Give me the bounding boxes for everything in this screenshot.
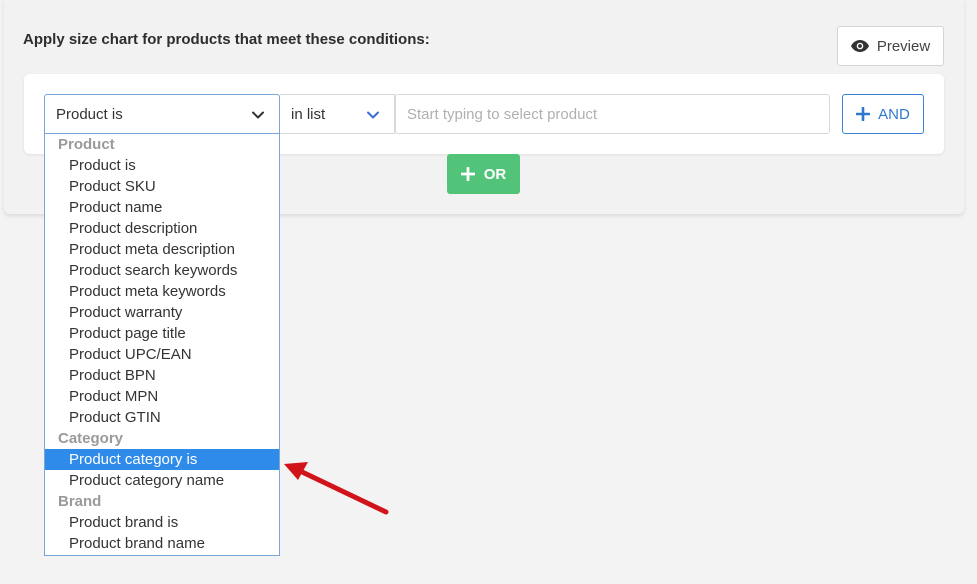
add-and-condition-button[interactable]: AND — [842, 94, 924, 134]
chevron-down-icon — [367, 111, 379, 119]
dropdown-group-label: Product — [58, 136, 115, 153]
condition-field-value: Product is — [56, 105, 123, 123]
dropdown-option-highlighted[interactable]: Product category is — [45, 449, 279, 470]
dropdown-option[interactable]: Product GTIN — [45, 407, 279, 428]
dropdown-group-label: Category — [58, 430, 124, 447]
plus-icon — [856, 107, 871, 121]
dropdown-option[interactable]: Product BPN — [45, 365, 279, 386]
dropdown-option[interactable]: Product page title — [45, 323, 279, 344]
dropdown-option[interactable]: Product warranty — [45, 302, 279, 323]
dropdown-option[interactable]: Product meta keywords — [45, 281, 279, 302]
dropdown-option[interactable]: Product search keywords — [45, 260, 279, 281]
dropdown-option[interactable]: Product UPC/EAN — [45, 344, 279, 365]
dropdown-option[interactable]: Product brand name — [45, 533, 279, 554]
dropdown-option[interactable]: Product MPN — [45, 386, 279, 407]
dropdown-option[interactable]: Product description — [45, 218, 279, 239]
preview-button[interactable]: Preview — [837, 26, 944, 66]
and-label: AND — [878, 105, 910, 123]
product-search-input[interactable] — [395, 94, 830, 134]
dropdown-group-label: Brand — [58, 493, 102, 510]
dropdown-option[interactable]: Product category name — [45, 470, 279, 491]
eye-icon — [850, 40, 869, 52]
add-or-group-button[interactable]: OR — [447, 154, 520, 194]
preview-label: Preview — [876, 37, 931, 55]
condition-operator-value: in list — [291, 105, 326, 123]
condition-operator-select[interactable]: in list — [280, 94, 395, 134]
condition-field-select[interactable]: Product is — [44, 94, 280, 134]
dropdown-option[interactable]: Product meta description — [45, 239, 279, 260]
dropdown-option[interactable]: Product brand is — [45, 512, 279, 533]
condition-field-dropdown: Product Product is Product SKU Product n… — [44, 134, 280, 556]
plus-icon — [460, 167, 475, 181]
panel-title: Apply size chart for products that meet … — [23, 31, 430, 48]
chevron-down-icon — [252, 111, 264, 119]
dropdown-option[interactable]: Product name — [45, 197, 279, 218]
dropdown-option[interactable]: Product SKU — [45, 176, 279, 197]
annotation-arrow-icon — [284, 462, 389, 515]
dropdown-option[interactable]: Product is — [45, 155, 279, 176]
or-label: OR — [483, 165, 507, 183]
